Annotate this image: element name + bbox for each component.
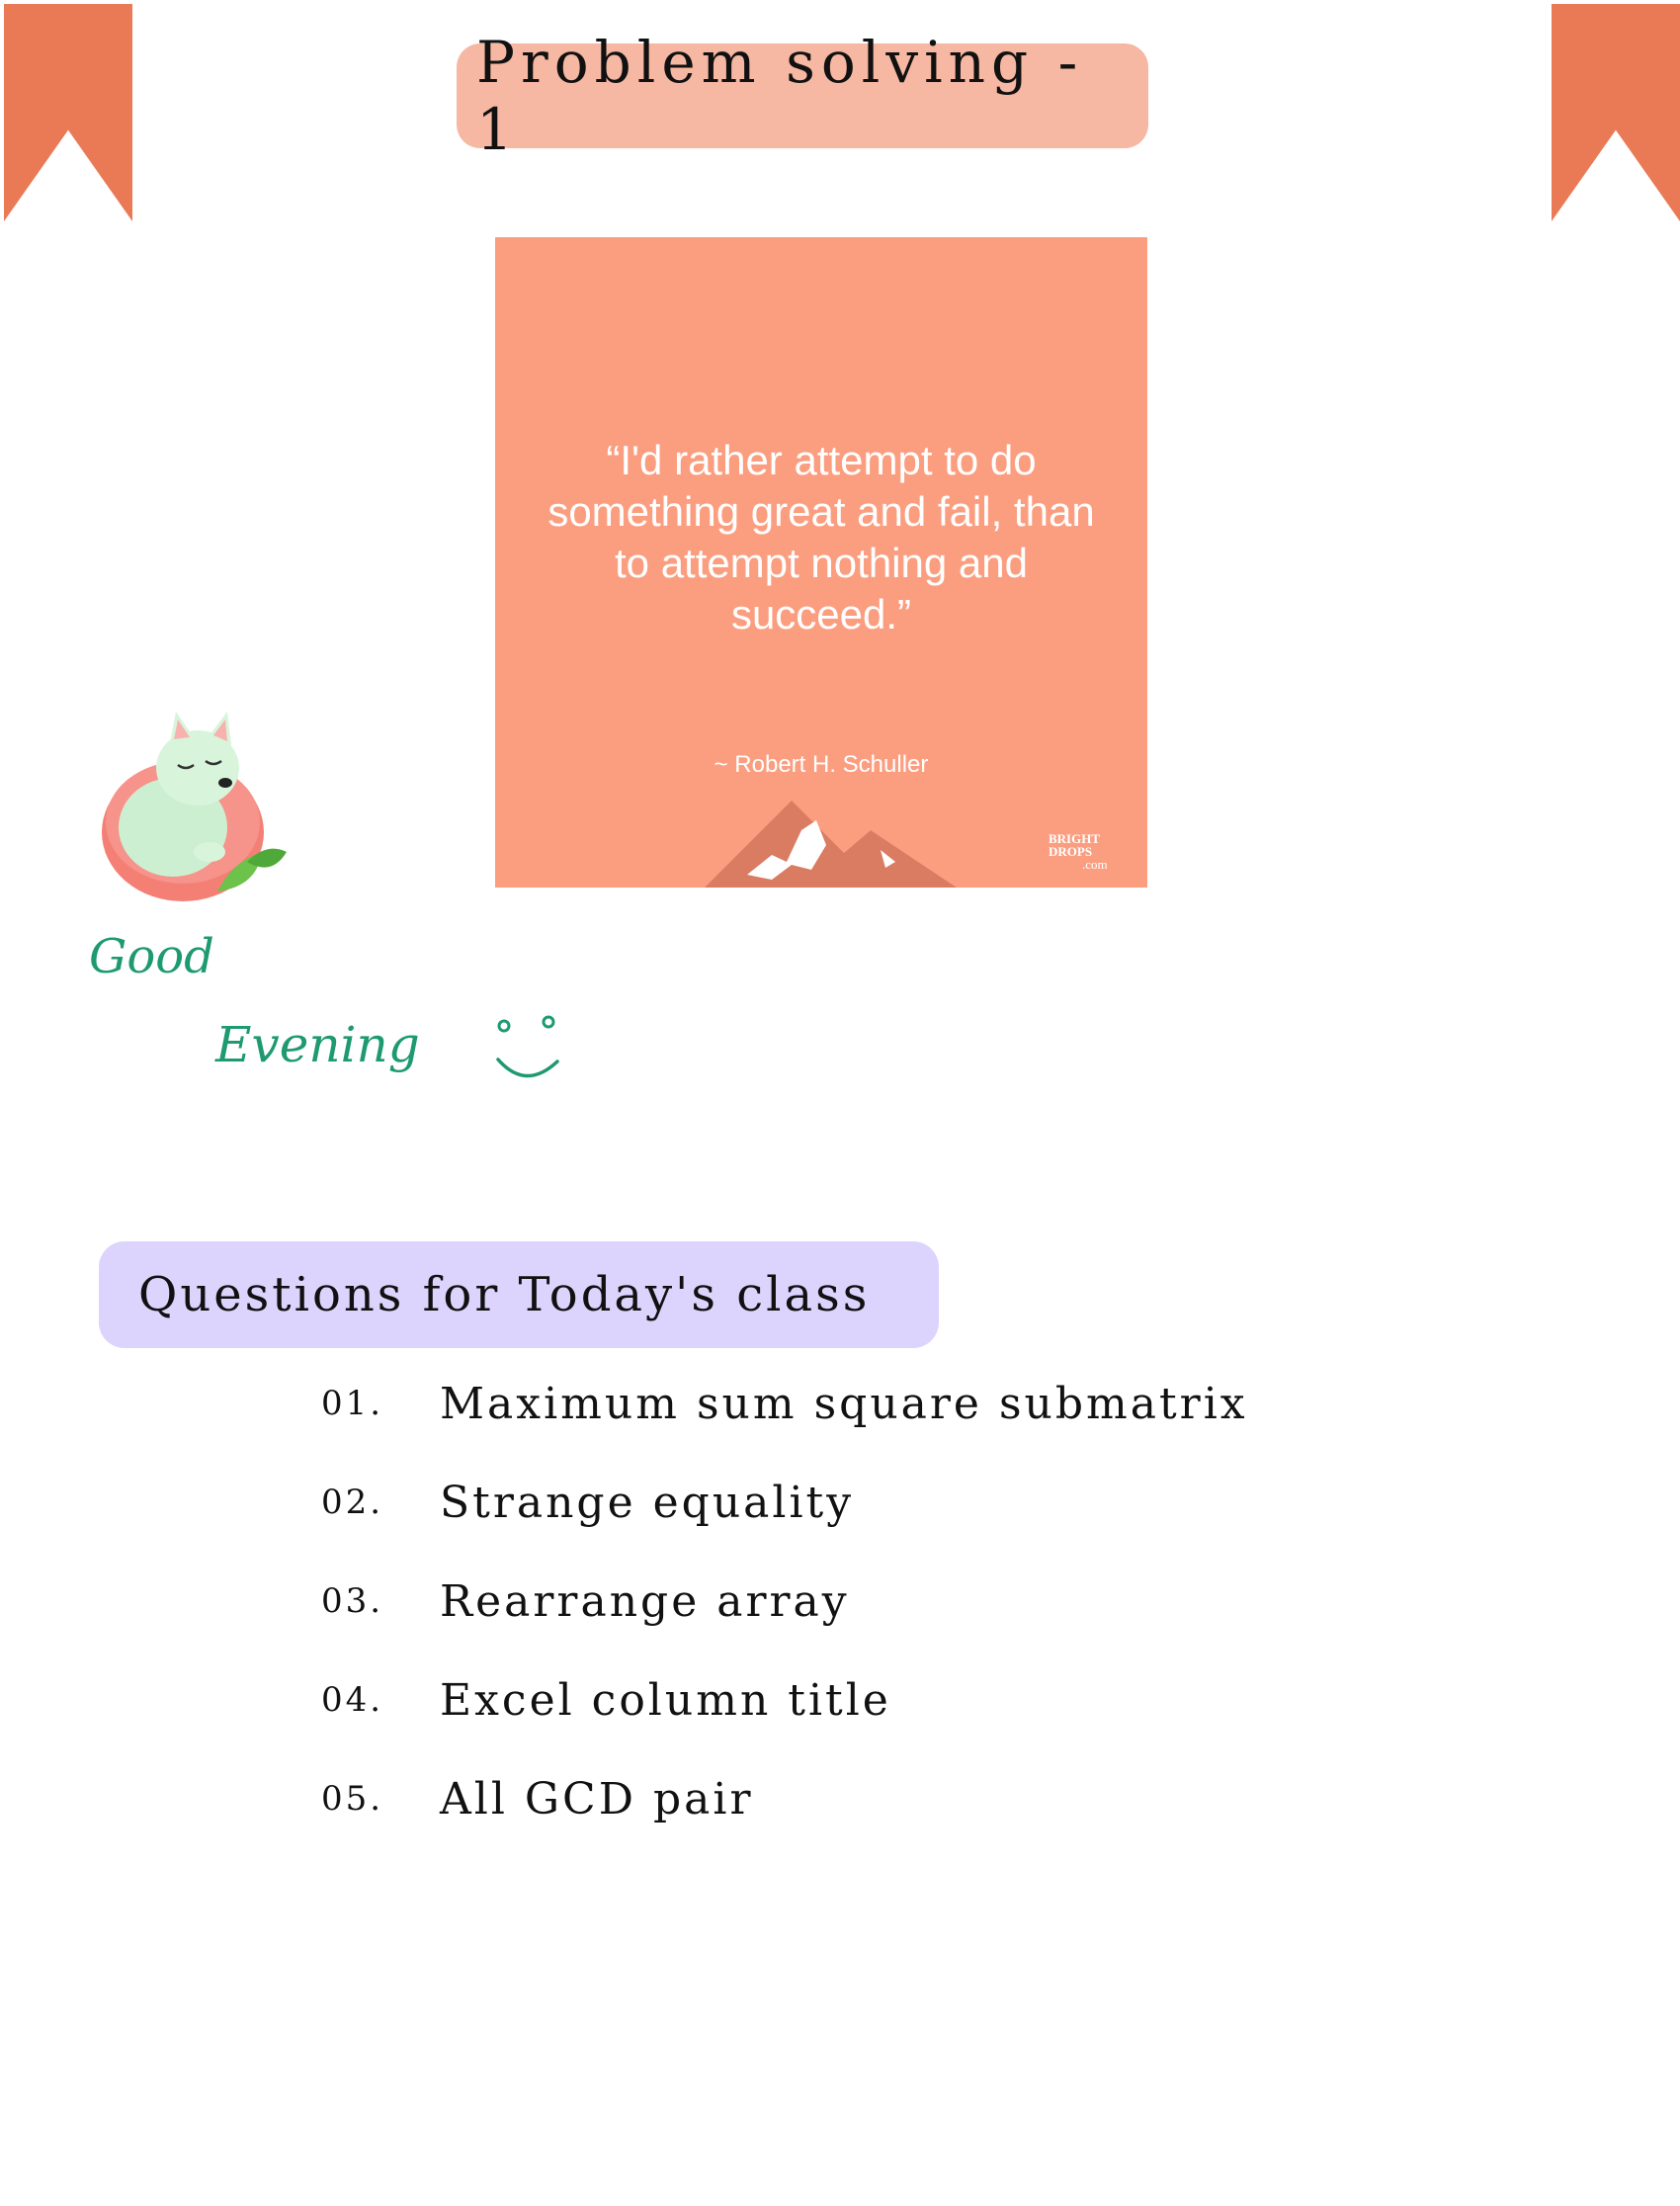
question-number: 02. [321,1483,384,1522]
greeting-good: Good [89,929,214,984]
question-title: Maximum sum square submatrix [440,1378,1248,1429]
question-number: 05. [321,1779,384,1819]
section-title: Questions for Today's class [138,1267,871,1322]
mountain-icon [705,801,957,888]
brand-logo: BRIGHT DROPS .com [1049,832,1147,871]
question-item: 04. Excel column title [321,1651,1248,1749]
sleeping-dog-sticker [102,712,287,901]
question-list: 01. Maximum sum square submatrix 02. Str… [321,1354,1248,1848]
question-title: Rearrange array [440,1575,850,1627]
quote-text: “I'd rather attempt to do something grea… [547,437,1095,637]
question-item: 05. All GCD pair [321,1749,1248,1848]
quote-author: ~ Robert H. Schuller [714,751,929,778]
question-item: 01. Maximum sum square submatrix [321,1354,1248,1453]
question-item: 03. Rearrange array [321,1552,1248,1651]
question-title: Strange equality [440,1477,855,1528]
bookmark-ribbon-left-icon [4,4,132,221]
question-item: 02. Strange equality [321,1453,1248,1552]
section-highlight: Questions for Today's class [99,1241,939,1348]
question-title: All GCD pair [440,1773,754,1824]
question-title: Excel column title [440,1674,891,1726]
smiley-icon [496,1015,559,1078]
bookmark-ribbon-right-icon [1552,4,1680,221]
question-number: 04. [321,1680,384,1720]
page-title: Problem solving - 1 [476,29,1084,163]
question-number: 01. [321,1384,384,1423]
title-highlight: Problem solving - 1 [457,29,1148,163]
brand-line-3: .com [1082,857,1108,872]
quote-card: “I'd rather attempt to do something grea… [495,237,1147,888]
question-number: 03. [321,1581,384,1621]
greeting-evening: Evening [215,1016,420,1073]
